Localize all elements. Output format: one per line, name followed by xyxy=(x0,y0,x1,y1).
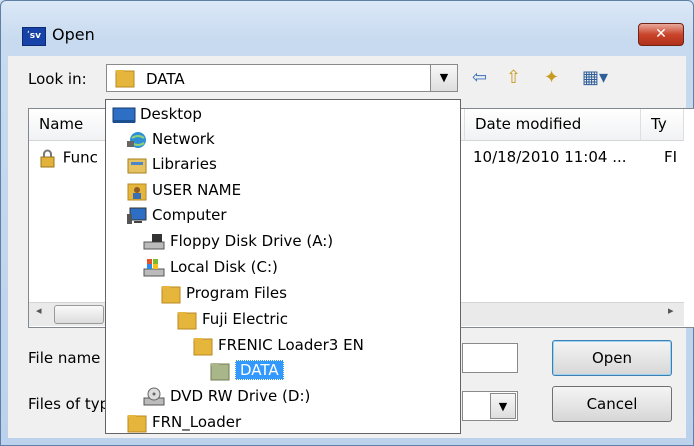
dialog-title: Open xyxy=(52,25,95,44)
views-menu-icon[interactable]: ▦▾ xyxy=(582,66,608,90)
dropdown-item-label: Computer xyxy=(152,206,227,224)
file-date: 10/18/2010 11:04 ... xyxy=(473,148,627,166)
dropdown-item-local-disk[interactable]: Local Disk (C:) xyxy=(142,255,278,279)
dropdown-item-label: Libraries xyxy=(152,155,217,173)
dropdown-item-user-name[interactable]: USER NAME xyxy=(126,178,241,202)
dropdown-item-desktop[interactable]: Desktop xyxy=(112,102,202,126)
back-icon[interactable]: ⇦ xyxy=(472,66,487,90)
chevron-down-icon: ▼ xyxy=(439,71,449,84)
computer-icon xyxy=(126,206,148,224)
file-type-label: Files of typ xyxy=(28,395,110,413)
folder-open-icon xyxy=(209,361,231,380)
folder-icon xyxy=(160,284,182,303)
local-disk-icon xyxy=(142,258,166,276)
libraries-icon xyxy=(126,155,148,173)
column-header-date[interactable]: Date modified xyxy=(465,109,641,141)
close-icon: ✕ xyxy=(655,26,667,42)
dropdown-item-frenic-loader3[interactable]: FRENIC Loader3 EN xyxy=(192,333,364,357)
close-button[interactable]: ✕ xyxy=(638,23,684,46)
scroll-thumb[interactable] xyxy=(54,305,104,324)
open-button[interactable]: Open xyxy=(552,340,672,376)
dropdown-item-frn-loader[interactable]: FRN_Loader xyxy=(126,410,241,434)
dropdown-item-label: Network xyxy=(152,130,215,148)
file-type-dropdown-button[interactable]: ▼ xyxy=(490,393,516,419)
file-name-input[interactable] xyxy=(462,343,518,373)
file-name: Func xyxy=(62,148,98,167)
look-in-dropdown-button[interactable]: ▼ xyxy=(430,64,458,92)
user-folder-icon xyxy=(126,181,148,200)
dropdown-item-label: Program Files xyxy=(186,284,287,302)
folder-icon xyxy=(126,413,148,432)
scroll-left-icon[interactable]: ◂ xyxy=(36,304,42,317)
up-folder-icon[interactable]: ⇧ xyxy=(506,66,521,90)
dropdown-item-label: Desktop xyxy=(140,105,202,123)
dropdown-item-libraries[interactable]: Libraries xyxy=(126,152,217,176)
dropdown-item-dvd[interactable]: DVD RW Drive (D:) xyxy=(142,384,310,408)
chevron-down-icon: ▼ xyxy=(498,400,508,413)
dropdown-item-label: DATA xyxy=(235,360,284,380)
network-icon xyxy=(126,130,148,148)
dropdown-item-data[interactable]: DATA xyxy=(209,358,284,382)
dropdown-item-label: Floppy Disk Drive (A:) xyxy=(170,232,334,250)
dropdown-item-label: FRN_Loader xyxy=(152,413,242,431)
dropdown-item-label: DVD RW Drive (D:) xyxy=(170,387,311,405)
file-name-label: File name xyxy=(28,349,101,367)
folder-icon xyxy=(114,67,136,89)
title-bar[interactable] xyxy=(1,1,693,57)
file-type: FI xyxy=(664,148,678,166)
dropdown-item-floppy[interactable]: Floppy Disk Drive (A:) xyxy=(142,229,333,253)
dropdown-item-computer[interactable]: Computer xyxy=(126,203,227,227)
dropdown-item-network[interactable]: Network xyxy=(126,127,215,151)
folder-icon xyxy=(176,310,198,329)
desktop-icon xyxy=(112,105,136,123)
dropdown-item-label: Fuji Electric xyxy=(202,310,289,328)
dropdown-item-fuji-electric[interactable]: Fuji Electric xyxy=(176,307,288,331)
dropdown-item-program-files[interactable]: Program Files xyxy=(160,281,287,305)
dropdown-item-label: Local Disk (C:) xyxy=(170,258,278,276)
look-in-label: Look in: xyxy=(28,70,87,88)
cancel-button[interactable]: Cancel xyxy=(552,386,672,422)
floppy-drive-icon xyxy=(142,232,166,250)
file-row[interactable]: Func xyxy=(38,148,98,168)
look-in-value: DATA xyxy=(146,70,185,88)
dropdown-item-label: FRENIC Loader3 EN xyxy=(218,336,364,354)
folder-icon xyxy=(192,336,214,355)
column-header-type[interactable]: Ty xyxy=(641,109,684,141)
app-icon: ʹsv xyxy=(22,27,46,46)
dropdown-item-label: USER NAME xyxy=(152,181,242,199)
dvd-drive-icon xyxy=(142,387,166,405)
new-folder-icon[interactable]: ✦ xyxy=(544,66,559,90)
lock-file-icon xyxy=(38,149,58,168)
scroll-right-icon[interactable]: ▸ xyxy=(668,304,674,317)
